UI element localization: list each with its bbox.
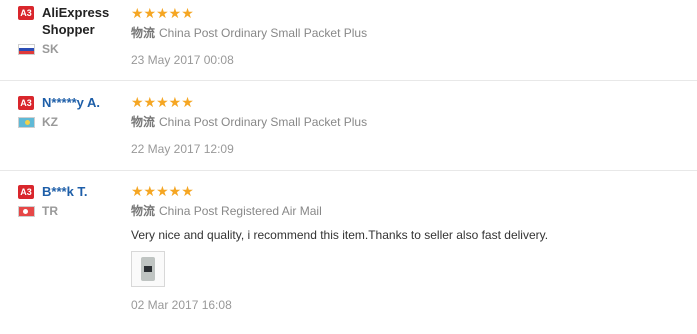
review-content: ★★★★★ 物流 China Post Ordinary Small Packet… bbox=[131, 95, 691, 157]
shipping-method: China Post Registered Air Mail bbox=[159, 204, 322, 218]
star-rating: ★★★★★ bbox=[131, 94, 194, 110]
review-comment: Very nice and quality, i recommend this … bbox=[131, 228, 549, 242]
shipping-label: 物流 bbox=[131, 26, 156, 40]
country-code: SK bbox=[42, 42, 59, 56]
buyer-level-badge: A3 bbox=[18, 185, 34, 199]
review-content: ★★★★★ 物流 China Post Registered Air Mail V… bbox=[131, 184, 691, 313]
country-flag-icon bbox=[18, 205, 35, 217]
review-date: 02 Mar 2017 16:08 bbox=[131, 298, 232, 312]
shipping-info: 物流 China Post Registered Air Mail bbox=[131, 203, 691, 219]
star-rating: ★★★★★ bbox=[131, 5, 194, 21]
review-date: 22 May 2017 12:09 bbox=[131, 142, 234, 156]
product-photo-icon bbox=[141, 257, 155, 281]
shipping-method: China Post Ordinary Small Packet Plus bbox=[159, 115, 368, 129]
country-flag-icon bbox=[18, 43, 35, 55]
buyer-level-badge: A3 bbox=[18, 6, 34, 20]
shipping-info: 物流 China Post Ordinary Small Packet Plus bbox=[131, 114, 691, 130]
reviewer-info: A3 B***k T. TR bbox=[18, 183, 126, 218]
review-item: A3 N*****y A. KZ ★★★★★ 物流 China Post Ordi… bbox=[0, 81, 697, 171]
review-photo-thumbnail[interactable] bbox=[131, 251, 165, 287]
reviewer-name[interactable]: B***k T. bbox=[42, 183, 88, 200]
review-item: A3 B***k T. TR ★★★★★ 物流 China Post Regist… bbox=[0, 171, 697, 334]
reviewer-name: AliExpress Shopper bbox=[42, 5, 110, 37]
shipping-label: 物流 bbox=[131, 204, 156, 218]
country-code: TR bbox=[42, 204, 58, 218]
review-date: 23 May 2017 00:08 bbox=[131, 53, 234, 67]
country-code: KZ bbox=[42, 115, 58, 129]
reviewer-name[interactable]: N*****y A. bbox=[42, 94, 100, 111]
shipping-label: 物流 bbox=[131, 115, 156, 129]
shipping-info: 物流 China Post Ordinary Small Packet Plus bbox=[131, 25, 691, 41]
buyer-level-badge: A3 bbox=[18, 96, 34, 110]
star-rating: ★★★★★ bbox=[131, 183, 194, 199]
reviewer-info: A3 N*****y A. KZ bbox=[18, 94, 126, 129]
shipping-method: China Post Ordinary Small Packet Plus bbox=[159, 26, 368, 40]
reviewer-info: A3 AliExpress Shopper SK bbox=[18, 4, 126, 56]
review-item: A3 AliExpress Shopper SK ★★★★★ 物流 China P… bbox=[0, 0, 697, 81]
country-flag-icon bbox=[18, 116, 35, 128]
review-content: ★★★★★ 物流 China Post Ordinary Small Packet… bbox=[131, 6, 691, 68]
